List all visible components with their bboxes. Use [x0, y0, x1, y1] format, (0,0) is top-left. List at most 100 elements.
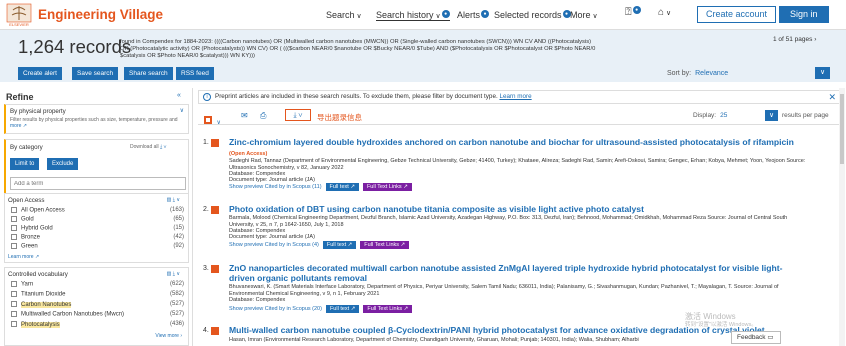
elsevier-logo-icon[interactable]: ELSEVIER	[6, 3, 32, 27]
list-item[interactable]: Carbon Nanotubes	[11, 301, 72, 308]
facet-count: (582)	[169, 291, 184, 297]
list-item[interactable]: Green	[11, 243, 38, 250]
list-item[interactable]: Hybrid Gold	[11, 225, 53, 232]
checkbox[interactable]	[11, 216, 17, 222]
add-term-input[interactable]	[10, 177, 186, 190]
facet-count: (527)	[169, 311, 184, 317]
category-panel: By category Download all ⤓ ∨ Limit to Ex…	[4, 139, 189, 196]
email-icon[interactable]: ✉	[241, 111, 248, 120]
physical-property-panel[interactable]: By physical property ∨ Filter results by…	[4, 104, 189, 134]
checkbox[interactable]	[11, 225, 17, 231]
svg-text:ELSEVIER: ELSEVIER	[9, 22, 29, 27]
download-icon[interactable]: ⤓ ∨	[285, 109, 311, 121]
display-select[interactable]: Display: 25	[693, 112, 727, 119]
more-link[interactable]: more	[10, 123, 21, 129]
facet-chart-icon[interactable]: ▥ ⤓ ∨	[167, 271, 180, 277]
sort-dropdown-icon[interactable]: ∨	[815, 67, 830, 79]
sign-in-button[interactable]: Sign in	[779, 6, 829, 23]
nav-selected-records[interactable]: Selected records ●	[494, 10, 571, 20]
close-icon[interactable]: ✕	[828, 91, 836, 103]
full-text-button[interactable]: Full text ↗	[322, 241, 357, 249]
full-text-links-button[interactable]: Full Text Links ↗	[362, 183, 412, 191]
institution-icon[interactable]: ⌂ ∨	[658, 7, 671, 18]
results-toolbar: ∨ ✉ ⎙ ⤓ ∨ 导出题录信息 Display: 25 ∨ results pe…	[198, 109, 841, 126]
result-title[interactable]: Zinc-chromium layered double hydroxides …	[229, 137, 799, 159]
checkbox[interactable]	[11, 281, 17, 287]
result-title[interactable]: ZnO nanoparticles decorated multiwall ca…	[229, 263, 799, 283]
create-account-button[interactable]: Create account	[697, 6, 777, 23]
full-text-links-button[interactable]: Full Text Links ↗	[360, 241, 410, 249]
list-item[interactable]: All Open Access	[11, 207, 65, 214]
record-count: 1,264 records	[18, 36, 132, 57]
save-search-button[interactable]: Save search	[72, 67, 119, 80]
show-preview-link[interactable]: Show preview Cited by in Scopus (20)	[229, 306, 322, 312]
list-item[interactable]: Multiwalled Carbon Nanotubes (Mwcn)	[11, 311, 124, 318]
list-item[interactable]: Photocatalysis	[11, 321, 60, 328]
result-item: 2. Photo oxidation of DBT using carbon n…	[203, 204, 803, 249]
list-item[interactable]: Gold	[11, 216, 34, 223]
checkbox[interactable]	[11, 311, 17, 317]
windows-watermark: 激活 Windows 转到"设置"以激活 Windows。	[685, 312, 757, 328]
scrollbar-thumb[interactable]	[840, 94, 844, 164]
chevron-down-icon: ∨	[592, 13, 598, 20]
checkbox[interactable]	[11, 243, 17, 249]
create-alert-button[interactable]: Create alert	[18, 67, 62, 80]
result-checkbox[interactable]	[211, 327, 219, 335]
rss-feed-button[interactable]: RSS feed	[176, 67, 214, 80]
collapse-sidebar-icon[interactable]: «	[177, 92, 181, 99]
list-item[interactable]: Bronze	[11, 234, 40, 241]
external-link-icon: ↗	[34, 254, 40, 260]
info-icon: i	[203, 93, 211, 101]
facet-count: (527)	[169, 301, 184, 307]
brand-title[interactable]: Engineering Village	[38, 7, 163, 22]
full-text-button[interactable]: Full text ↗	[325, 183, 359, 191]
result-item: 1. Zinc-chromium layered double hydroxid…	[203, 137, 805, 191]
checkbox[interactable]	[11, 321, 17, 327]
result-title[interactable]: Photo oxidation of DBT using carbon nano…	[229, 204, 799, 214]
feedback-button[interactable]: Feedback ▭	[731, 331, 781, 344]
preprint-alert: i Preprint articles are included in thes…	[198, 90, 841, 104]
physical-property-desc: Filter results by physical properties su…	[10, 117, 178, 129]
help-icon[interactable]: ⍰ ●	[625, 6, 641, 19]
chevron-right-icon: ›	[814, 36, 817, 43]
facet-count: (65)	[173, 216, 184, 222]
learn-more-link[interactable]: Learn more ↗	[8, 254, 39, 260]
result-checkbox[interactable]	[211, 139, 219, 147]
chevron-down-icon: ∨	[216, 120, 221, 126]
print-icon[interactable]: ⎙	[260, 111, 266, 121]
exclude-button[interactable]: Exclude	[47, 158, 79, 170]
sort-by[interactable]: Sort by: Relevance	[667, 70, 728, 77]
list-item[interactable]: Yarn	[11, 281, 33, 288]
page-indicator[interactable]: 1 of 51 pages ›	[773, 36, 816, 43]
view-more-link[interactable]: View more ›	[155, 333, 182, 339]
nav-alerts[interactable]: Alerts ●	[457, 10, 490, 20]
show-preview-link[interactable]: Show preview Cited by in Scopus (4)	[229, 242, 319, 248]
checkbox[interactable]	[11, 291, 17, 297]
checkbox[interactable]	[11, 301, 17, 307]
share-search-button[interactable]: Share search	[124, 67, 173, 80]
result-checkbox[interactable]	[211, 265, 219, 273]
nav-search-history[interactable]: Search history ∨ ●	[376, 10, 450, 21]
download-all[interactable]: Download all ⤓ ∨	[130, 144, 166, 150]
chevron-down-icon: ∨	[179, 108, 184, 114]
facet-count: (42)	[173, 234, 184, 240]
nav-more[interactable]: More ∨	[570, 10, 598, 20]
display-dropdown-icon[interactable]: ∨	[765, 110, 778, 121]
result-number: 4.	[203, 327, 209, 334]
full-text-links-button[interactable]: Full Text Links ↗	[363, 305, 413, 313]
select-all-checkbox[interactable]: ∨	[204, 111, 221, 129]
full-text-button[interactable]: Full text ↗	[325, 305, 360, 313]
limit-to-button[interactable]: Limit to	[10, 158, 40, 170]
show-preview-link[interactable]: Show preview Cited by in Scopus (11)	[229, 184, 322, 190]
checkbox[interactable]	[11, 234, 17, 240]
download-icon: ⤓	[160, 144, 163, 150]
result-checkbox[interactable]	[211, 206, 219, 214]
facet-count: (92)	[173, 243, 184, 249]
external-link-icon: ↗	[22, 123, 27, 129]
facet-chart-icon[interactable]: ▥ ⤓ ∨	[167, 197, 180, 203]
facet-count: (436)	[169, 321, 184, 327]
learn-more-link[interactable]: Learn more	[499, 93, 531, 100]
nav-search[interactable]: Search ∨	[326, 10, 362, 20]
checkbox[interactable]	[11, 207, 17, 213]
list-item[interactable]: Titanium Dioxide	[11, 291, 65, 298]
